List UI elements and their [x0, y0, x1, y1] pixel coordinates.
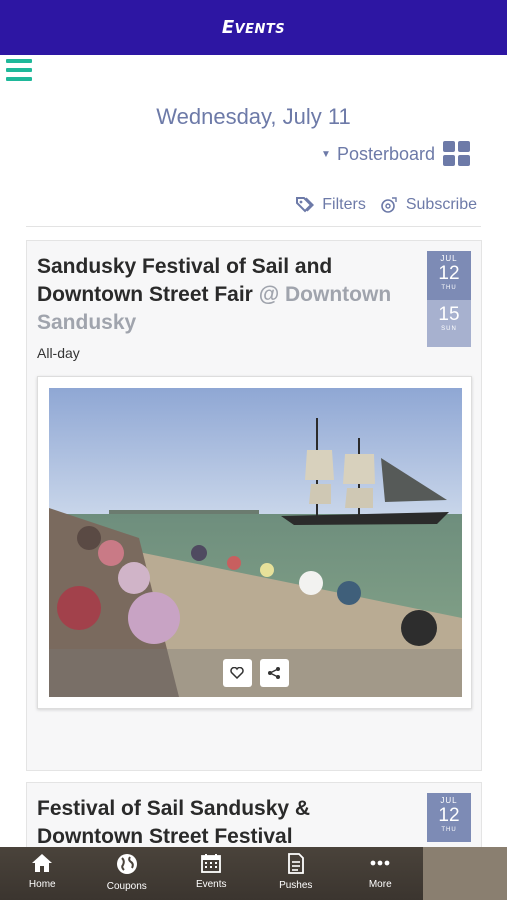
nav-coupons[interactable]: Coupons — [85, 847, 170, 900]
event-title-text: Festival of Sail Sandusky & Downtown Str… — [37, 797, 311, 848]
nav-home[interactable]: Home — [0, 847, 85, 900]
nav-home-label: Home — [28, 879, 56, 890]
event-photo[interactable] — [49, 388, 462, 697]
event-card[interactable]: Sandusky Festival of Sail and Downtown S… — [26, 240, 482, 771]
event-title[interactable]: Festival of Sail Sandusky & Downtown Str… — [37, 795, 417, 851]
badge-start-dow: THU — [441, 285, 457, 291]
badge-start-day: 12 — [438, 805, 460, 826]
bottom-nav: Home Coupons Events Pushes More — [0, 847, 507, 900]
menu-icon[interactable] — [6, 59, 32, 83]
view-toggle[interactable]: ▼ Posterboard — [321, 141, 471, 167]
share-button[interactable] — [259, 659, 289, 687]
nav-more-label: More — [368, 879, 392, 890]
calendar-icon — [201, 854, 222, 873]
event-title[interactable]: Sandusky Festival of Sail and Downtown S… — [37, 253, 417, 337]
badge-month: JUL — [440, 254, 458, 263]
nav-events[interactable]: Events — [169, 847, 254, 900]
tag-icon — [296, 197, 315, 213]
date-heading: Wednesday, July 11 — [156, 104, 351, 129]
nav-coupons-label: Coupons — [106, 881, 147, 892]
date-badge: JUL 12 THU 15 SUN — [427, 251, 471, 347]
favorite-button[interactable] — [222, 659, 252, 687]
date-badge: JUL 12 THU — [427, 793, 471, 842]
event-time: All-day — [37, 345, 80, 361]
badge-start-day: 12 — [438, 263, 460, 284]
app-header: Events — [0, 0, 507, 55]
document-icon — [287, 853, 304, 874]
nav-pushes[interactable]: Pushes — [254, 847, 339, 900]
view-toggle-label: Posterboard — [336, 143, 435, 164]
badge-end-dow: SUN — [441, 326, 457, 332]
badge-end-day: 15 — [438, 304, 460, 325]
nav-pushes-label: Pushes — [279, 880, 313, 891]
home-icon — [32, 854, 53, 872]
divider — [26, 226, 481, 227]
filters-label: Filters — [322, 196, 366, 213]
event-photo-frame — [37, 376, 472, 709]
nav-empty-slot — [422, 847, 507, 900]
badge-start-dow: THU — [441, 827, 457, 833]
page-title: Events — [221, 17, 286, 38]
photo-actions — [49, 649, 462, 697]
share-icon — [268, 667, 280, 679]
grid-view-icon[interactable] — [443, 141, 471, 167]
nav-more[interactable]: More — [338, 847, 423, 900]
globe-icon — [116, 854, 137, 874]
more-icon — [370, 860, 390, 866]
caret-down-icon: ▼ — [321, 148, 331, 160]
subscribe-button[interactable]: Subscribe — [380, 196, 477, 214]
nav-events-label: Events — [195, 879, 227, 890]
heart-icon — [230, 667, 244, 679]
filters-button[interactable]: Filters — [296, 196, 366, 214]
badge-month: JUL — [440, 796, 458, 805]
subscribe-label: Subscribe — [405, 196, 477, 213]
subscribe-icon — [381, 197, 397, 213]
filter-bar: Filters Subscribe — [296, 196, 477, 214]
